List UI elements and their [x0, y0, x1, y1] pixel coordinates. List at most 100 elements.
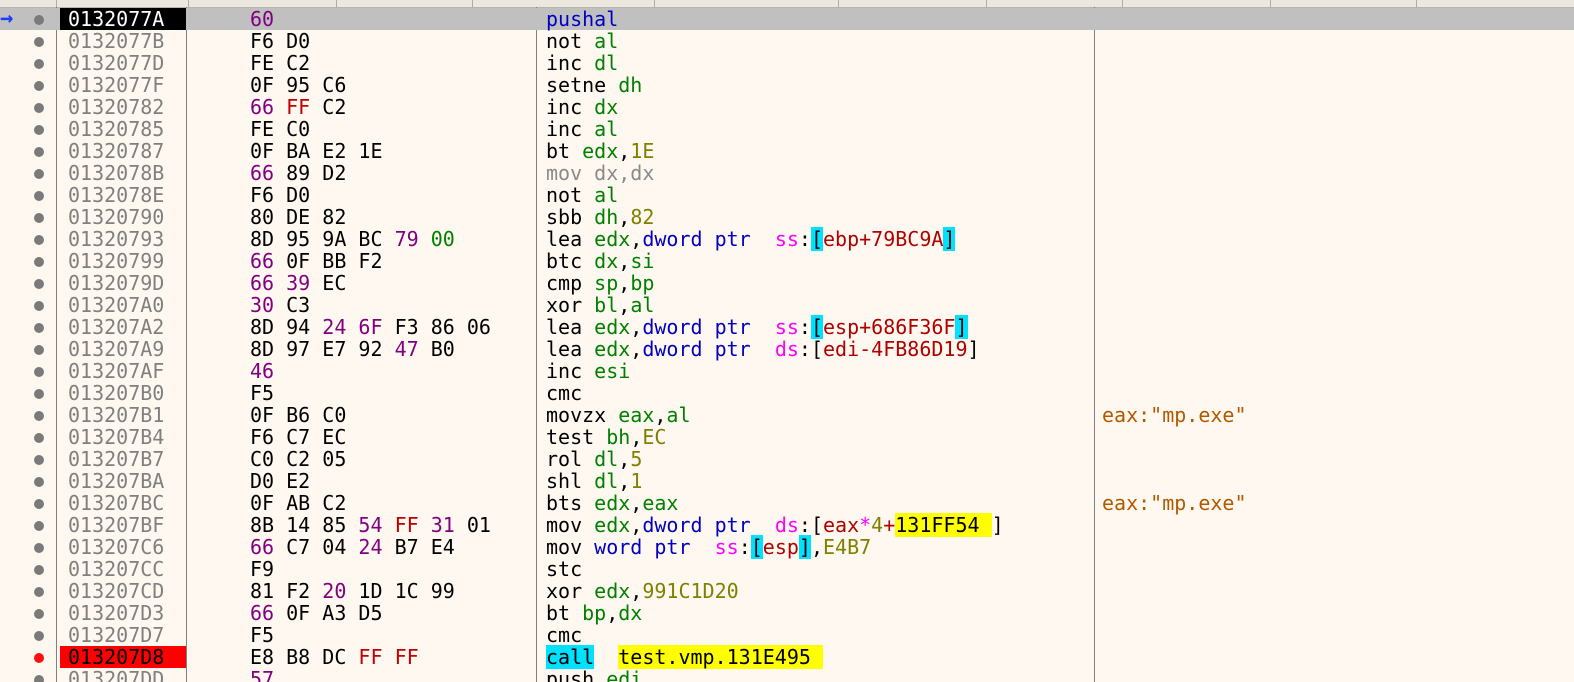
instruction-address[interactable]: 013207A2 — [60, 316, 186, 338]
instruction-row[interactable]: 01320793 8D 95 9A BC 79 00 lea edx,dword p… — [0, 227, 1574, 251]
instruction-address[interactable]: 0132079D — [60, 272, 186, 294]
breakpoint-dot-icon[interactable] — [34, 103, 44, 113]
breakpoint-gutter[interactable] — [0, 206, 52, 228]
instruction-row[interactable]: 01320785 FE C0 inc al — [0, 118, 1574, 140]
instruction-row[interactable]: 01320787 0F BA E2 1E bt edx,1E — [0, 140, 1574, 162]
breakpoint-dot-icon[interactable] — [34, 411, 44, 421]
instruction-address[interactable]: 013207BF — [60, 514, 186, 536]
breakpoint-dot-icon[interactable] — [34, 631, 44, 641]
breakpoint-dot-icon[interactable] — [34, 125, 44, 135]
breakpoint-dot-icon[interactable] — [34, 389, 44, 399]
instruction-row[interactable]: 013207AF 46 inc esi — [0, 360, 1574, 382]
instruction-address[interactable]: 01320793 — [60, 228, 186, 250]
breakpoint-gutter[interactable] — [0, 536, 52, 558]
breakpoint-gutter[interactable] — [0, 52, 52, 74]
instruction-row[interactable]: 01320790 80 DE 82 sbb dh,82 — [0, 206, 1574, 228]
instruction-address[interactable]: 013207CC — [60, 558, 186, 580]
breakpoint-dot-icon[interactable] — [34, 235, 44, 245]
breakpoint-gutter[interactable] — [0, 602, 52, 624]
instruction-row[interactable]: 013207A2 8D 94 24 6F F3 86 06 lea edx,dwor… — [0, 315, 1574, 339]
breakpoint-gutter[interactable] — [0, 140, 52, 162]
instruction-address[interactable]: 013207C6 — [60, 536, 186, 558]
breakpoint-dot-icon[interactable] — [34, 433, 44, 443]
breakpoint-dot-icon[interactable] — [34, 609, 44, 619]
instruction-row[interactable]: 0132079D 66 39 EC cmp sp,bp — [0, 272, 1574, 294]
breakpoint-gutter[interactable] — [0, 228, 52, 250]
instruction-address[interactable]: 013207D7 — [60, 624, 186, 646]
breakpoint-dot-icon[interactable] — [34, 191, 44, 201]
instruction-row[interactable]: 0132077F 0F 95 C6 setne dh — [0, 74, 1574, 96]
instruction-row[interactable]: 013207BC 0F AB C2 bts edx,eax eax:"mp.exe" — [0, 492, 1574, 514]
breakpoint-gutter[interactable] — [0, 448, 52, 470]
breakpoint-dot-icon[interactable] — [34, 565, 44, 575]
breakpoint-gutter[interactable] — [0, 338, 52, 360]
instruction-address[interactable]: 013207B0 — [60, 382, 186, 404]
instruction-row[interactable]: 013207DD 57 push edi — [0, 668, 1574, 682]
instruction-row[interactable]: 0132078E F6 D0 not al — [0, 184, 1574, 206]
instruction-row[interactable]: 013207B1 0F B6 C0 movzx eax,al eax:"mp.exe" — [0, 404, 1574, 426]
breakpoint-gutter[interactable] — [0, 514, 52, 536]
instruction-address[interactable]: 0132077D — [60, 52, 186, 74]
instruction-address[interactable]: 01320790 — [60, 206, 186, 228]
instruction-address[interactable]: 013207B1 — [60, 404, 186, 426]
instruction-address[interactable]: 0132078E — [60, 184, 186, 206]
instruction-address[interactable]: 013207B7 — [60, 448, 186, 470]
breakpoint-gutter[interactable] — [0, 162, 52, 184]
breakpoint-dot-icon[interactable] — [34, 367, 44, 377]
instruction-row[interactable]: 01320782 66 FF C2 inc dx — [0, 96, 1574, 118]
breakpoint-dot-icon[interactable] — [34, 477, 44, 487]
breakpoint-gutter[interactable] — [0, 426, 52, 448]
breakpoint-gutter[interactable] — [0, 668, 52, 682]
breakpoint-gutter[interactable] — [0, 624, 52, 646]
breakpoint-dot-icon[interactable] — [34, 543, 44, 553]
breakpoint-gutter[interactable]: → — [0, 8, 52, 30]
instruction-address[interactable]: 01320785 — [60, 118, 186, 140]
instruction-row[interactable]: 013207BF 8B 14 85 54 FF 31 01 mov edx,dwor… — [0, 513, 1574, 537]
breakpoint-dot-icon[interactable] — [34, 587, 44, 597]
breakpoint-gutter[interactable] — [0, 272, 52, 294]
breakpoint-gutter[interactable] — [0, 470, 52, 492]
breakpoint-dot-icon[interactable] — [34, 15, 44, 25]
instruction-address[interactable]: 0132077F — [60, 74, 186, 96]
instruction-address[interactable]: 013207AF — [60, 360, 186, 382]
breakpoint-dot-icon[interactable] — [34, 455, 44, 465]
instruction-address[interactable]: 013207BA — [60, 470, 186, 492]
column-header-bar[interactable] — [0, 0, 1574, 8]
breakpoint-dot-icon[interactable] — [34, 499, 44, 509]
breakpoint-gutter[interactable] — [0, 294, 52, 316]
instruction-row[interactable]: 013207B4 F6 C7 EC test bh,EC — [0, 426, 1574, 448]
instruction-address[interactable]: 013207CD — [60, 580, 186, 602]
instruction-row[interactable]: 013207BA D0 E2 shl dl,1 — [0, 470, 1574, 492]
instruction-row[interactable]: 0132077D FE C2 inc dl — [0, 52, 1574, 74]
instruction-address[interactable]: 013207A9 — [60, 338, 186, 360]
breakpoint-dot-icon[interactable] — [34, 213, 44, 223]
instruction-row[interactable]: 013207B0 F5 cmc — [0, 382, 1574, 404]
breakpoint-dot-icon[interactable] — [34, 301, 44, 311]
breakpoint-gutter[interactable] — [0, 250, 52, 272]
breakpoint-gutter[interactable] — [0, 74, 52, 96]
breakpoint-active-icon[interactable] — [34, 653, 44, 663]
instruction-address[interactable]: 013207D3 — [60, 602, 186, 624]
breakpoint-dot-icon[interactable] — [34, 345, 44, 355]
breakpoint-gutter[interactable] — [0, 404, 52, 426]
instruction-row[interactable]: 013207CD 81 F2 20 1D 1C 99 xor edx,991C1D2… — [0, 580, 1574, 602]
breakpoint-dot-icon[interactable] — [34, 257, 44, 267]
breakpoint-dot-icon[interactable] — [34, 81, 44, 91]
breakpoint-dot-icon[interactable] — [34, 169, 44, 179]
breakpoint-gutter[interactable] — [0, 360, 52, 382]
instruction-row[interactable]: 013207A0 30 C3 xor bl,al — [0, 294, 1574, 316]
breakpoint-dot-icon[interactable] — [34, 279, 44, 289]
instruction-row[interactable]: 013207B7 C0 C2 05 rol dl,5 — [0, 448, 1574, 470]
instruction-address[interactable]: 0132077A — [60, 8, 186, 30]
instruction-row[interactable]: 0132077B F6 D0 not al — [0, 30, 1574, 52]
instruction-row[interactable]: 013207C6 66 C7 04 24 B7 E4 mov word ptr ss… — [0, 535, 1574, 559]
instruction-row[interactable]: 0132078B 66 89 D2 mov dx,dx — [0, 162, 1574, 184]
instruction-address[interactable]: 013207BC — [60, 492, 186, 514]
instruction-address[interactable]: 01320787 — [60, 140, 186, 162]
breakpoint-dot-icon[interactable] — [34, 675, 44, 682]
breakpoint-dot-icon[interactable] — [34, 147, 44, 157]
instruction-address[interactable]: 013207B4 — [60, 426, 186, 448]
instruction-address[interactable]: 0132078B — [60, 162, 186, 184]
instruction-row[interactable]: 013207D8 E8 B8 DC FF FF call test.vmp.131E… — [0, 645, 1574, 669]
breakpoint-gutter[interactable] — [0, 492, 52, 514]
